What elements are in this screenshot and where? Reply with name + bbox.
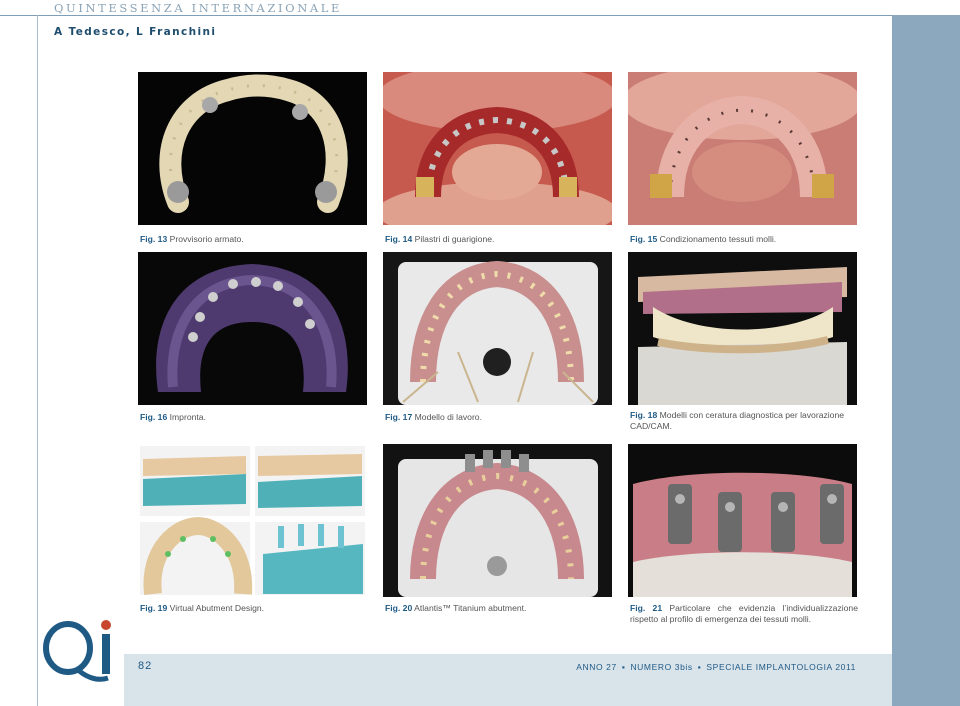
header-rule bbox=[0, 15, 960, 16]
issue-separator: ▪ bbox=[621, 662, 626, 672]
figure-21-photo bbox=[628, 444, 857, 597]
figure-13-photo bbox=[138, 72, 367, 225]
figure-18-caption: Fig. 18 Modelli con ceratura diagnostica… bbox=[630, 410, 845, 431]
journal-logo bbox=[40, 612, 124, 692]
figure-13-caption: Fig. 13 Provvisorio armato. bbox=[140, 234, 244, 244]
left-margin-rule bbox=[37, 15, 38, 706]
figure-16-photo bbox=[138, 252, 367, 405]
figure-17-photo bbox=[383, 252, 612, 405]
figure-19-caption: Fig. 19 Virtual Abutment Design. bbox=[140, 603, 265, 613]
figure-17-caption: Fig. 17 Modello di lavoro. bbox=[385, 412, 482, 422]
article-authors: A Tedesco, L Franchini bbox=[54, 26, 217, 38]
figure-20-photo bbox=[383, 444, 612, 597]
issue-special: SPECIALE IMPLANTOLOGIA 2011 bbox=[706, 662, 856, 672]
journal-title: QUINTESSENZA INTERNAZIONALE bbox=[54, 1, 343, 15]
journal-page: QUINTESSENZA INTERNAZIONALE A Tedesco, L… bbox=[0, 0, 960, 706]
page-number: 82 bbox=[138, 660, 153, 672]
figure-15-photo bbox=[628, 72, 857, 225]
issue-year: ANNO 27 bbox=[576, 662, 617, 672]
figure-15-caption: Fig. 15 Condizionamento tessuti molli. bbox=[630, 234, 777, 244]
figure-14-photo bbox=[383, 72, 612, 225]
figure-18-photo bbox=[628, 252, 857, 405]
figure-19-photo bbox=[138, 444, 367, 597]
right-color-band bbox=[892, 15, 960, 706]
issue-separator: ▪ bbox=[697, 662, 702, 672]
figure-16-caption: Fig. 16 Impronta. bbox=[140, 412, 206, 422]
figure-20-caption: Fig. 20 Atlantis™ Titanium abutment. bbox=[385, 603, 527, 613]
issue-info: ANNO 27 ▪ NUMERO 3bis ▪ SPECIALE IMPLANTOLOG… bbox=[576, 662, 856, 672]
figure-21-caption: Fig. 21 Particolare che evidenzia l’indi… bbox=[630, 603, 858, 624]
figure-14-caption: Fig. 14 Pilastri di guarigione. bbox=[385, 234, 495, 244]
issue-number: NUMERO 3bis bbox=[630, 662, 693, 672]
